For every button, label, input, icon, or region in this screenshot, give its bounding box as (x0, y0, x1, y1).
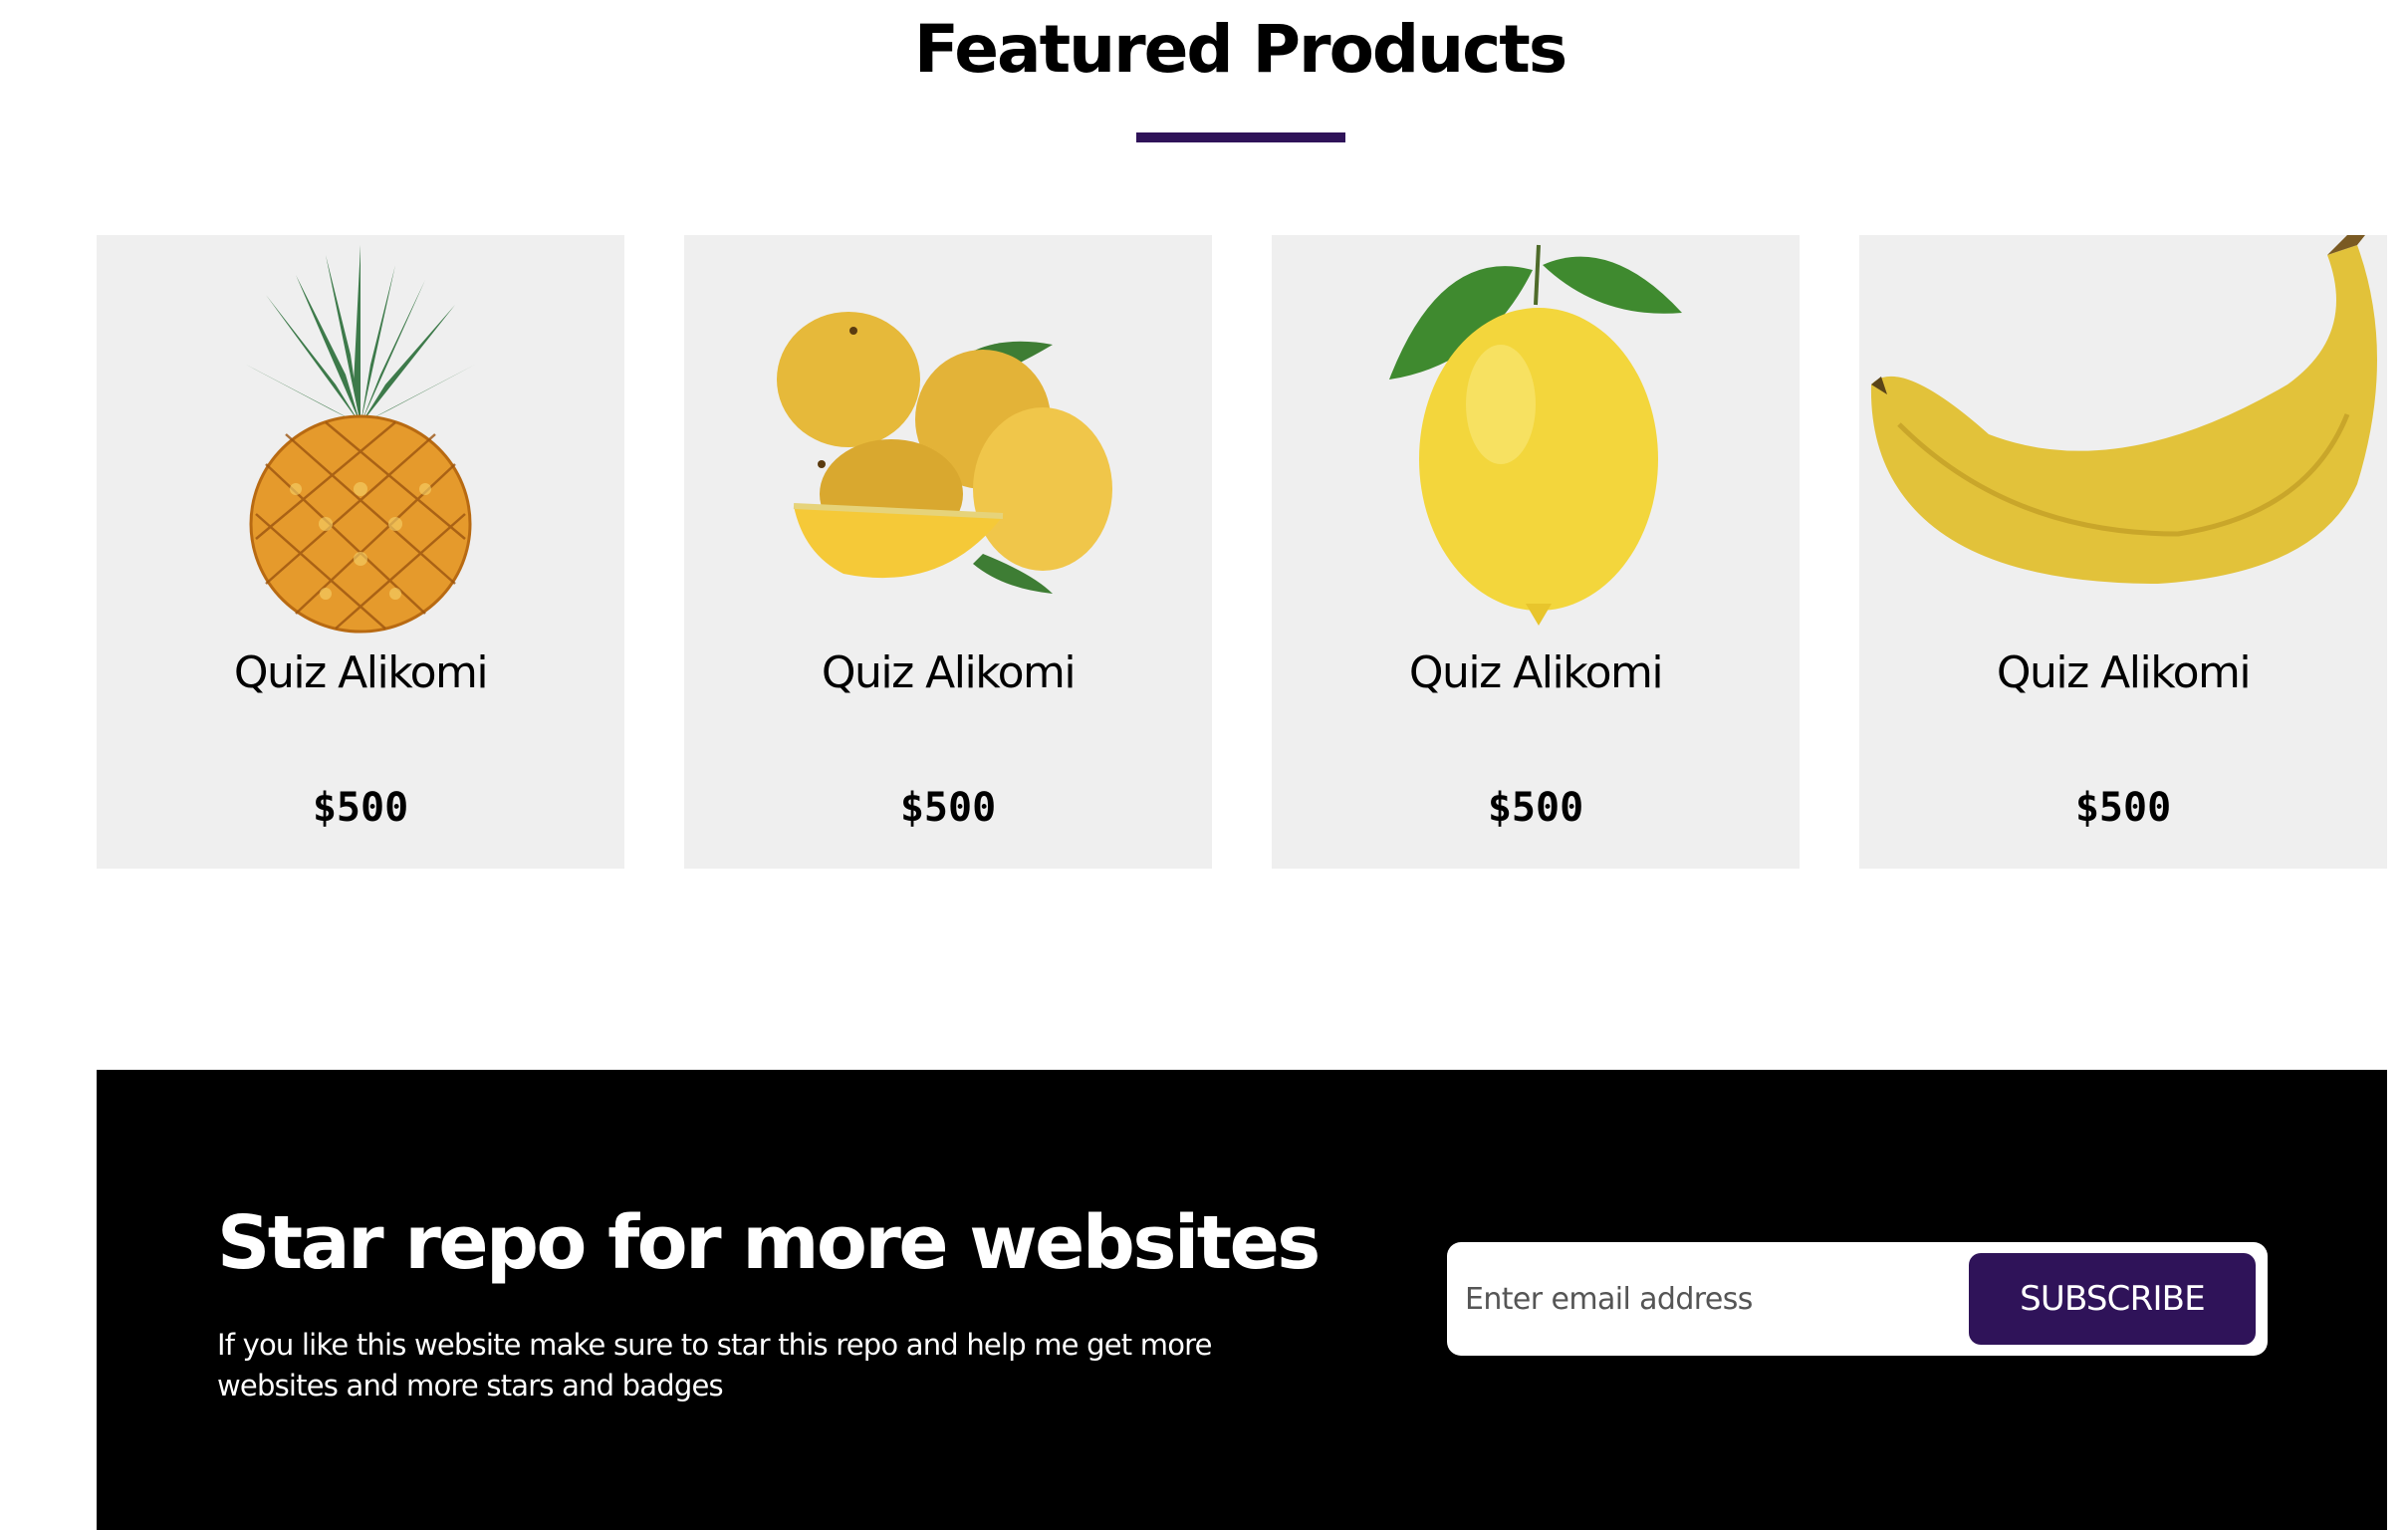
section-title: Featured Products (913, 11, 1567, 88)
product-card[interactable]: Quiz Alikomi $500 (1272, 235, 1800, 869)
product-card[interactable]: Quiz Alikomi $500 (97, 235, 624, 869)
product-name: Quiz Alikomi (233, 647, 489, 698)
product-card[interactable]: Quiz Alikomi $500 (1859, 235, 2387, 869)
email-input[interactable] (1465, 1260, 1963, 1338)
subscribe-form: SUBSCRIBE (1447, 1242, 2268, 1356)
product-card[interactable]: Quiz Alikomi $500 (684, 235, 1212, 869)
pineapple-image (97, 235, 624, 634)
product-price: $500 (312, 785, 409, 831)
product-name: Quiz Alikomi (821, 647, 1077, 698)
product-price: $500 (899, 785, 997, 831)
title-underline (1136, 132, 1345, 142)
product-price: $500 (1487, 785, 1584, 831)
lemon-image (1272, 235, 1800, 634)
product-price: $500 (2074, 785, 2172, 831)
product-name: Quiz Alikomi (1408, 647, 1664, 698)
product-grid: Quiz Alikomi $500 Quiz Alikomi $500 Quiz… (97, 235, 2387, 869)
subscribe-button[interactable]: SUBSCRIBE (1969, 1253, 2256, 1345)
product-name: Quiz Alikomi (1996, 647, 2252, 698)
banana-image (1859, 235, 2387, 634)
newsletter-section: Star repo for more websites If you like … (97, 1070, 2387, 1530)
mango-image (684, 235, 1212, 634)
newsletter-heading: Star repo for more websites (217, 1200, 1321, 1286)
newsletter-description: If you like this website make sure to st… (217, 1328, 1213, 1402)
